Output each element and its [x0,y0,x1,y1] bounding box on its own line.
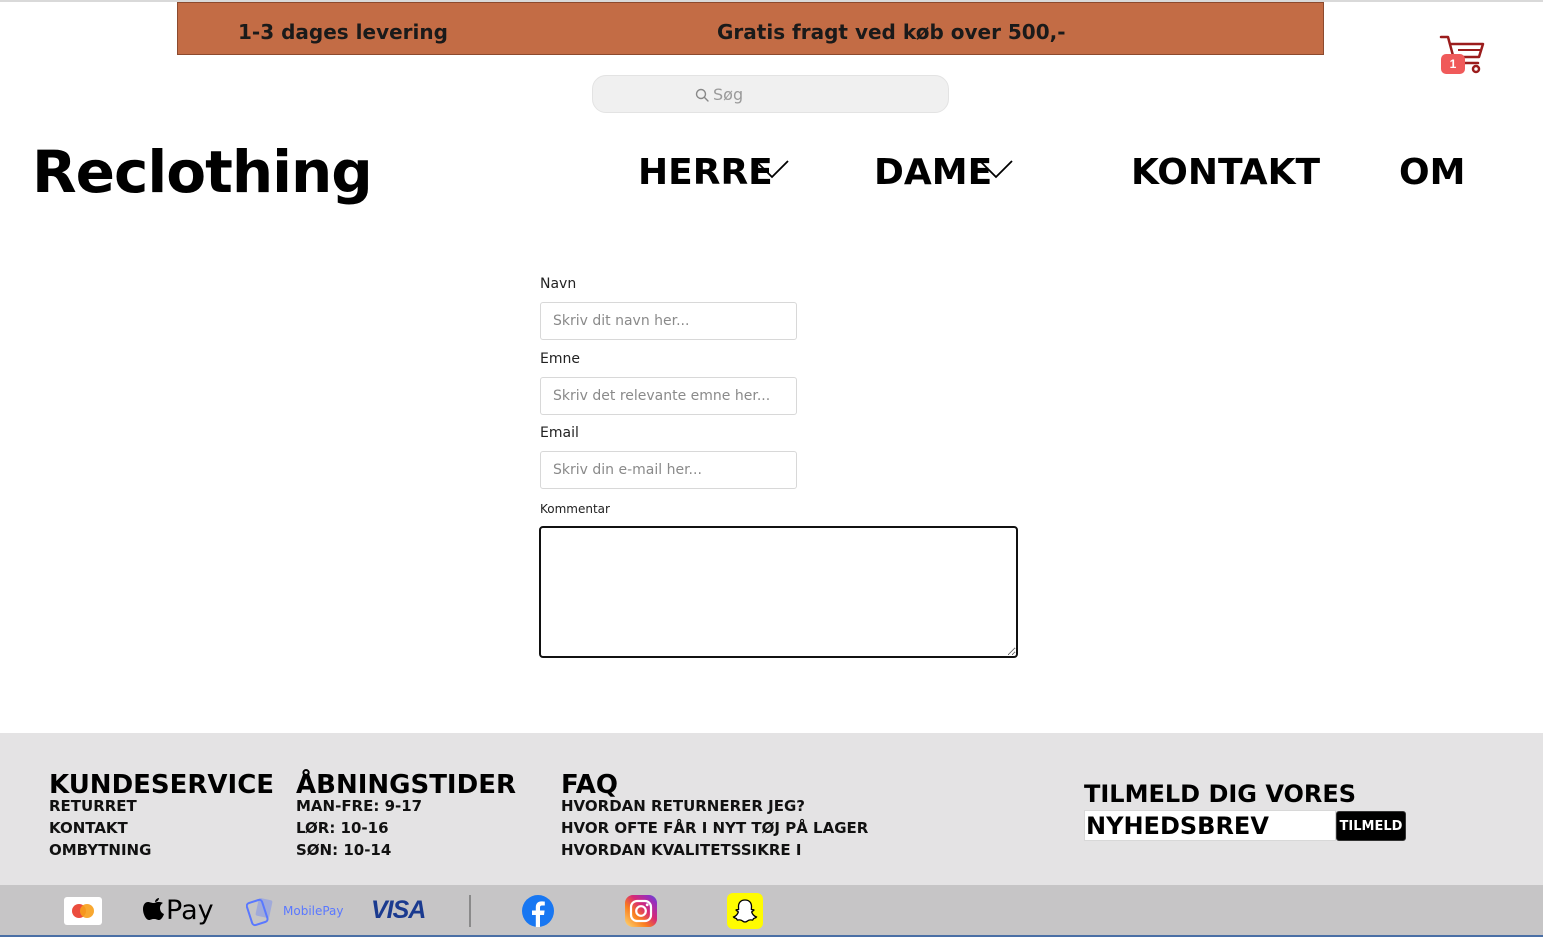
newsletter-title: TILMELD DIG VORES [1084,780,1357,808]
footer: KUNDESERVICE RETURRET KONTAKT OMBYTNING … [0,733,1543,885]
subject-label: Emne [540,351,580,367]
footer-hours-title: ÅBNINGSTIDER [296,770,516,800]
footer-link-returret[interactable]: RETURRET [49,797,137,815]
footer-hours-sunday: SØN: 10-14 [296,841,392,859]
email-label: Email [540,425,579,441]
brand-logo[interactable]: Reclothing [32,138,373,206]
footer-kundeservice-title: KUNDESERVICE [49,770,275,800]
nav-item-kontakt[interactable]: KONTAKT [1131,152,1320,193]
nav-dame-label: DAME [874,152,993,193]
visa-icon: VISA [371,896,426,924]
promo-shipping-text: Gratis fragt ved køb over 500,- [717,20,1066,44]
footer-link-ombytning[interactable]: OMBYTNING [49,841,151,859]
apple-pay-text: Pay [166,895,214,926]
facebook-icon[interactable] [521,894,555,933]
cart-button[interactable]: 1 [1438,32,1486,76]
footer-link-kontakt[interactable]: KONTAKT [49,819,128,837]
name-label: Navn [540,276,577,292]
promo-bar: 1-3 dages levering Gratis fragt ved køb … [177,2,1324,55]
name-field[interactable] [540,302,797,340]
footer-hours-saturday: LØR: 10-16 [296,819,389,837]
search-bar[interactable] [592,75,949,113]
promo-delivery-text: 1-3 dages levering [238,20,448,44]
chevron-down-icon [979,160,1013,179]
apple-pay-icon [142,895,166,928]
nav-item-herre[interactable]: HERRE [638,152,789,193]
nav-herre-label: HERRE [638,152,773,193]
newsletter-subscribe-button[interactable]: TILMELD [1336,811,1406,841]
mobilepay-text: MobilePay [283,904,344,918]
search-input[interactable] [713,83,933,105]
nav-item-om[interactable]: OM [1399,152,1465,193]
footer-faq-restock[interactable]: HVOR OFTE FÅR I NYT TØJ PÅ LAGER [561,819,868,837]
footer-faq-quality[interactable]: HVORDAN KVALITETSSIKRE I [561,841,801,859]
cart-count-badge: 1 [1441,54,1465,74]
footer-faq-title: FAQ [561,770,619,800]
search-icon [695,88,709,102]
comment-label: Kommentar [540,502,610,516]
footer-hours-weekdays: MAN-FRE: 9-17 [296,797,423,815]
comment-textarea[interactable] [539,526,1018,658]
chevron-down-icon [755,160,789,179]
instagram-icon[interactable] [625,895,657,932]
payment-divider [469,895,471,927]
footer-faq-return[interactable]: HVORDAN RETURNERER JEG? [561,797,805,815]
mastercard-icon [64,897,102,930]
email-field[interactable] [540,451,797,489]
mobilepay-icon [245,895,278,932]
snapchat-icon[interactable] [727,893,763,934]
payment-bar: Pay MobilePay VISA [0,885,1543,937]
subject-field[interactable] [540,377,797,415]
nav-item-dame[interactable]: DAME [874,152,1013,193]
newsletter-input[interactable] [1084,810,1336,841]
